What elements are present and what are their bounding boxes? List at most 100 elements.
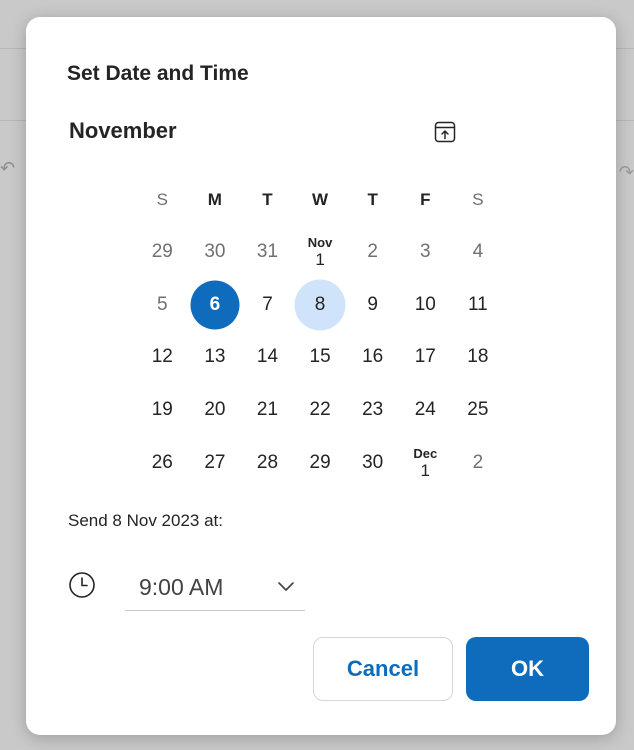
day-number: 1	[420, 460, 430, 480]
day-number: 19	[151, 399, 173, 421]
calendar-day[interactable]: 26	[136, 436, 189, 489]
calendar-day[interactable]: 16	[346, 331, 399, 384]
calendar-day[interactable]: 31	[241, 226, 294, 279]
calendar-day[interactable]: 13	[189, 331, 242, 384]
day-number: 26	[151, 451, 173, 473]
calendar-day[interactable]: 2	[452, 436, 505, 489]
day-number: 9	[367, 293, 378, 315]
calendar-day[interactable]: 7	[241, 279, 294, 332]
day-number: 10	[414, 293, 436, 315]
day-number: 25	[467, 399, 489, 421]
set-date-time-dialog: Set Date and Time November S M T W T F S…	[26, 17, 616, 735]
calendar-day[interactable]: 30	[189, 226, 242, 279]
calendar-day[interactable]: 17	[399, 331, 452, 384]
day-number: 29	[309, 451, 331, 473]
day-number: 7	[262, 293, 273, 315]
calendar-day[interactable]: 27	[189, 436, 242, 489]
calendar-day[interactable]: 15	[294, 331, 347, 384]
day-number: 2	[367, 241, 378, 263]
day-number: 6	[209, 293, 221, 315]
time-value: 9:00 AM	[139, 574, 224, 600]
calendar-weeks: 29 30 31 Nov 1 2 3 4 5 6 7 8 9 10 11 12 13 14 15 16 17 18 19 20…	[136, 226, 504, 489]
day-number: 30	[362, 451, 384, 473]
calendar-day[interactable]: 3	[399, 226, 452, 279]
day-number: 8	[314, 293, 326, 315]
day-number: 5	[157, 293, 168, 315]
chevron-down-icon	[278, 582, 294, 591]
calendar-day[interactable]: 21	[241, 384, 294, 437]
day-number: 20	[204, 399, 226, 421]
calendar-day[interactable]: 4	[452, 226, 505, 279]
calendar-day[interactable]: 29	[136, 226, 189, 279]
calendar-day[interactable]: 29	[294, 436, 347, 489]
month-marker: Dec	[413, 445, 438, 461]
day-number: 24	[414, 399, 436, 421]
calendar-grid: S M T W T F S 29 30 31 Nov 1 2 3 4 5 6 7 8 9 10 11 12 13…	[136, 174, 504, 489]
selected-day[interactable]: 8	[294, 279, 347, 332]
calendar-week-row: 12 13 14 15 16 17 18	[136, 331, 504, 384]
day-number: 22	[309, 399, 331, 421]
weekday-label: T	[367, 190, 378, 209]
calendar-day[interactable]: 18	[452, 331, 505, 384]
day-number: 21	[256, 399, 279, 421]
day-number: 16	[362, 346, 384, 368]
background-undo-icon: ↶	[0, 158, 16, 178]
day-number: 31	[256, 241, 279, 263]
calendar-day[interactable]: Dec 1	[399, 436, 452, 489]
calendar-day[interactable]: 11	[452, 279, 505, 332]
day-number: 11	[467, 293, 488, 315]
calendar-day[interactable]: 25	[452, 384, 505, 437]
calendar-day[interactable]: 5	[136, 279, 189, 332]
day-number: 18	[467, 346, 489, 368]
background-redo-icon: ↷	[618, 162, 634, 182]
day-number: 13	[204, 346, 226, 368]
clock-icon	[69, 572, 95, 598]
weekday-label: M	[207, 190, 222, 209]
weekday-label: S	[472, 190, 484, 209]
weekday-label: W	[312, 190, 329, 209]
dialog-title: Set Date and Time	[67, 62, 249, 85]
day-number: 1	[315, 250, 325, 270]
calendar-jump-icon	[434, 121, 456, 143]
calendar-week-row: 19 20 21 22 23 24 25	[136, 384, 504, 437]
calendar-jump-button[interactable]	[431, 118, 459, 146]
calendar-day[interactable]: 10	[399, 279, 452, 332]
day-number: 14	[256, 346, 279, 368]
day-number: 27	[204, 451, 226, 473]
calendar-day[interactable]: 30	[346, 436, 399, 489]
calendar-week-row: 5 6 7 8 9 10 11	[136, 279, 504, 332]
weekday-label: F	[420, 190, 431, 209]
calendar-day[interactable]: 22	[294, 384, 347, 437]
calendar-week-row: 26 27 28 29 30 Dec 1 2	[136, 436, 504, 489]
weekday-label: S	[156, 190, 168, 209]
day-number: 29	[151, 241, 173, 263]
calendar-week-row: 29 30 31 Nov 1 2 3 4	[136, 226, 504, 279]
calendar-day[interactable]: 14	[241, 331, 294, 384]
day-number: 15	[309, 346, 331, 368]
cancel-button[interactable]: Cancel	[313, 637, 453, 701]
send-date-label: Send 8 Nov 2023 at:	[68, 511, 224, 530]
calendar-day[interactable]: 23	[346, 384, 399, 437]
day-number: 2	[472, 451, 484, 473]
weekday-header: S M T W T F S	[136, 174, 504, 226]
weekday-label: T	[262, 190, 273, 209]
day-number: 23	[362, 399, 384, 421]
day-number: 4	[472, 241, 484, 263]
calendar-day[interactable]: 20	[189, 384, 242, 437]
calendar-day[interactable]: 19	[136, 384, 189, 437]
calendar-day[interactable]: 2	[346, 226, 399, 279]
calendar-day[interactable]: Nov 1	[294, 226, 347, 279]
ok-button[interactable]: OK	[466, 637, 589, 701]
calendar-day[interactable]: 12	[136, 331, 189, 384]
month-title: November	[69, 118, 177, 143]
day-number: 12	[151, 346, 173, 368]
today-day[interactable]: 6	[189, 279, 242, 332]
calendar-day[interactable]: 24	[399, 384, 452, 437]
day-number: 30	[204, 241, 226, 263]
calendar-day[interactable]: 9	[346, 279, 399, 332]
day-number: 28	[256, 451, 279, 473]
time-dropdown[interactable]: 9:00 AM	[125, 565, 305, 611]
day-number: 3	[419, 241, 431, 263]
calendar-day[interactable]: 28	[241, 436, 294, 489]
day-number: 17	[414, 346, 436, 368]
